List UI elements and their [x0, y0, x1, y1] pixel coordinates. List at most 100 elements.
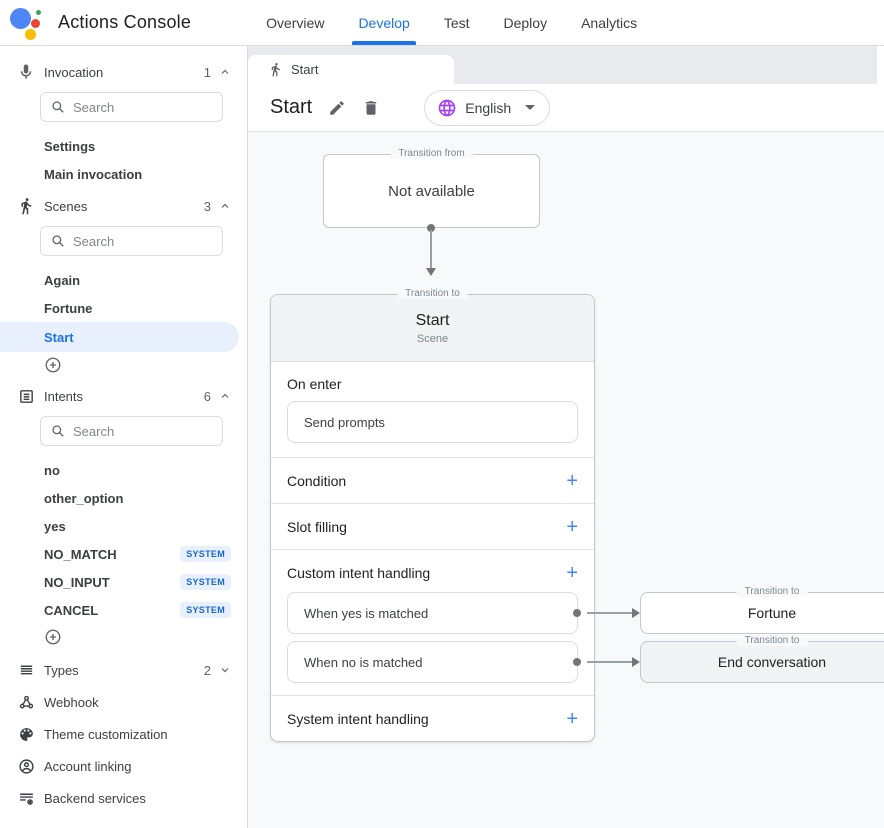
nav-develop[interactable]: Develop	[358, 0, 409, 45]
dropdown-caret-icon	[525, 105, 535, 110]
system-intent-row: System intent handling +	[271, 695, 594, 741]
custom-intent-label: Custom intent handling	[287, 565, 430, 581]
sidebar-item-yes[interactable]: yes	[0, 512, 247, 540]
add-intent-button[interactable]	[0, 624, 247, 650]
sidebar-section-invocation[interactable]: Invocation 1	[0, 58, 247, 86]
flow-arrow-no	[587, 657, 640, 667]
chevron-up-icon	[219, 390, 231, 402]
system-badge: SYSTEM	[180, 602, 231, 618]
scenes-search-input[interactable]	[73, 234, 212, 249]
sidebar-item-account-linking[interactable]: Account linking	[0, 750, 247, 782]
transition-to-legend: Transition to	[737, 586, 808, 597]
scene-card-title: Start	[416, 312, 450, 330]
intents-search[interactable]	[40, 416, 223, 446]
webhook-icon	[16, 692, 36, 712]
section-label: Types	[44, 663, 79, 678]
chevron-down-icon	[219, 664, 231, 676]
language-selector[interactable]: English	[424, 90, 550, 126]
app-header: Actions Console Overview Develop Test De…	[0, 0, 884, 46]
nav-test[interactable]: Test	[444, 0, 470, 45]
tabstrip-gap	[877, 46, 884, 84]
sidebar-item-cancel[interactable]: CANCEL SYSTEM	[0, 596, 247, 624]
scene-card-subtitle: Scene	[417, 333, 448, 345]
app-title: Actions Console	[58, 12, 191, 33]
globe-icon	[437, 98, 457, 118]
types-lines-icon	[16, 660, 36, 680]
item-label: Account linking	[44, 759, 131, 774]
search-icon	[51, 234, 65, 248]
sidebar-item-other-option[interactable]: other_option	[0, 484, 247, 512]
intents-search-input[interactable]	[73, 424, 212, 439]
nav-deploy[interactable]: Deploy	[504, 0, 548, 45]
add-slot-button[interactable]: +	[566, 517, 578, 537]
system-badge: SYSTEM	[180, 574, 231, 590]
search-icon	[51, 424, 65, 438]
scenes-search[interactable]	[40, 226, 223, 256]
sidebar-item-fortune[interactable]: Fortune	[0, 294, 247, 322]
scene-card-header: Transition to Start Scene	[271, 295, 594, 362]
sidebar-item-main-invocation[interactable]: Main invocation	[0, 160, 247, 188]
add-system-intent-button[interactable]: +	[566, 709, 578, 729]
invocation-search[interactable]	[40, 92, 223, 122]
flow-arrow-yes	[587, 608, 640, 618]
slot-filling-label: Slot filling	[287, 519, 347, 535]
handler-when-yes[interactable]: When yes is matched	[287, 592, 578, 634]
on-enter-label: On enter	[287, 376, 578, 392]
connector-dot	[573, 658, 581, 666]
tab-start[interactable]: Start	[248, 55, 454, 84]
delete-scene-button[interactable]	[354, 91, 388, 125]
palette-icon	[16, 724, 36, 744]
system-intent-label: System intent handling	[287, 711, 429, 727]
sidebar-item-backend-services[interactable]: Backend services	[0, 782, 247, 814]
transition-target-fortune[interactable]: Transition to Fortune	[640, 592, 884, 634]
add-custom-intent-button[interactable]: +	[566, 563, 578, 583]
sidebar-item-again[interactable]: Again	[0, 266, 247, 294]
slot-filling-row: Slot filling +	[271, 503, 594, 549]
intent-label: NO_MATCH	[44, 547, 117, 562]
sidebar-item-no[interactable]: no	[0, 456, 247, 484]
sidebar-item-webhook[interactable]: Webhook	[0, 686, 247, 718]
add-circle-icon	[44, 628, 62, 646]
transition-target-end-conversation[interactable]: Transition to End conversation	[640, 641, 884, 683]
section-count: 1	[204, 65, 211, 80]
tab-strip: Start	[248, 46, 884, 84]
handler-label: When no is matched	[304, 655, 423, 670]
account-icon	[16, 756, 36, 776]
pencil-icon	[328, 99, 346, 117]
transition-to-legend: Transition to	[397, 288, 468, 299]
add-circle-icon	[44, 356, 62, 374]
invocation-search-input[interactable]	[73, 100, 212, 115]
handler-when-no[interactable]: When no is matched	[287, 641, 578, 683]
item-label: Theme customization	[44, 727, 168, 742]
item-label: Backend services	[44, 791, 146, 806]
send-prompts-button[interactable]: Send prompts	[287, 401, 578, 443]
section-count: 6	[204, 389, 211, 404]
condition-label: Condition	[287, 473, 346, 489]
add-condition-button[interactable]: +	[566, 471, 578, 491]
condition-row: Condition +	[271, 457, 594, 503]
sidebar-item-no-match[interactable]: NO_MATCH SYSTEM	[0, 540, 247, 568]
intent-label: CANCEL	[44, 603, 98, 618]
language-value: English	[465, 100, 511, 116]
sidebar-section-scenes[interactable]: Scenes 3	[0, 192, 247, 220]
nav-analytics[interactable]: Analytics	[581, 0, 637, 45]
chevron-up-icon	[219, 200, 231, 212]
tab-label: Start	[291, 62, 318, 77]
sidebar-item-no-input[interactable]: NO_INPUT SYSTEM	[0, 568, 247, 596]
section-label: Intents	[44, 389, 83, 404]
sidebar-item-settings[interactable]: Settings	[0, 132, 247, 160]
add-scene-button[interactable]	[0, 352, 247, 378]
main-area: Start Start English Transition from Not …	[248, 46, 884, 828]
scene-toolbar: Start English	[248, 84, 884, 132]
section-label: Scenes	[44, 199, 87, 214]
trash-icon	[362, 99, 380, 117]
sidebar-section-intents[interactable]: Intents 6	[0, 382, 247, 410]
edit-scene-button[interactable]	[320, 91, 354, 125]
custom-intent-section: Custom intent handling + When yes is mat…	[271, 549, 594, 695]
target-value: End conversation	[718, 654, 826, 670]
sidebar-item-start[interactable]: Start	[0, 322, 239, 352]
transition-to-legend: Transition to	[737, 635, 808, 646]
sidebar-section-types[interactable]: Types 2	[0, 654, 247, 686]
sidebar-item-theme-customization[interactable]: Theme customization	[0, 718, 247, 750]
nav-overview[interactable]: Overview	[266, 0, 324, 45]
